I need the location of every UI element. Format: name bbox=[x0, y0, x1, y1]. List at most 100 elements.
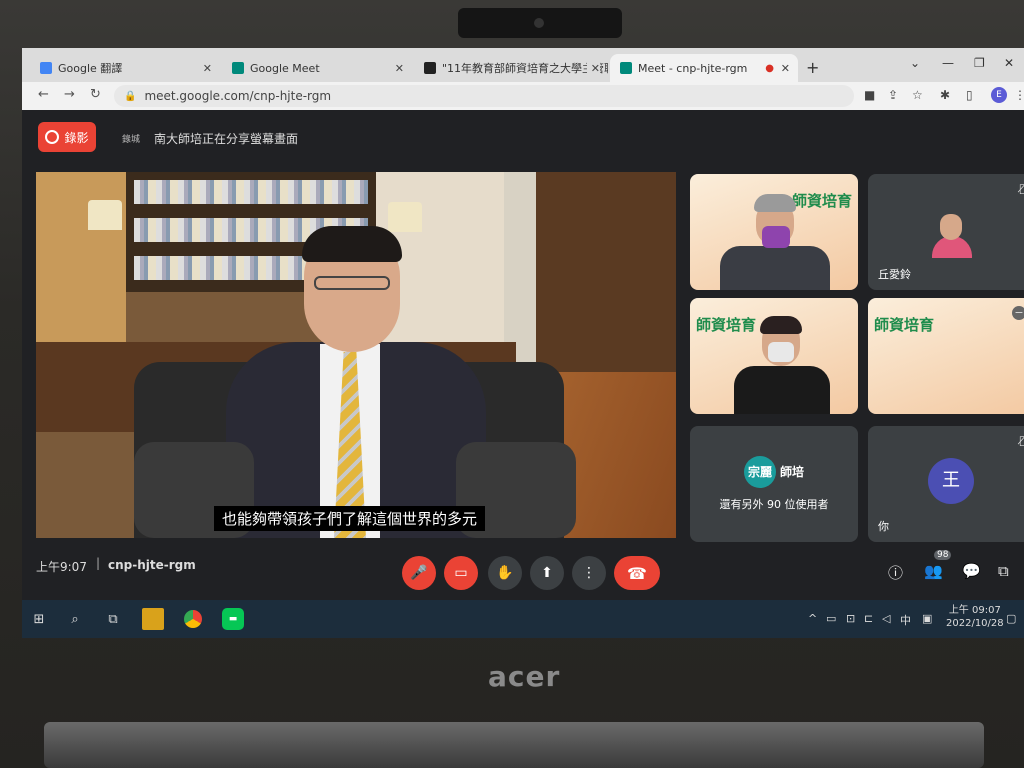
meet-header: 錄影 錄城 南大師培正在分享螢幕畫面 bbox=[22, 110, 1024, 160]
browser-toolbar: ← → ↻ 🔒 meet.google.com/cnp-hjte-rgm ■ ⇪… bbox=[22, 82, 1024, 110]
participant-hair bbox=[760, 316, 802, 334]
meet-icon bbox=[232, 62, 244, 74]
self-tile[interactable]: 🎙̸ 王 你 bbox=[868, 426, 1024, 542]
divider: | bbox=[96, 556, 101, 570]
menu-kebab-icon[interactable]: ⋮ bbox=[1014, 88, 1024, 102]
share-icon[interactable]: ⇪ bbox=[888, 88, 898, 102]
mic-toggle-button[interactable]: 🎤 bbox=[402, 556, 436, 590]
profile-avatar[interactable]: E bbox=[991, 87, 1007, 103]
volume-icon[interactable]: ◁ bbox=[882, 612, 890, 625]
windows-taskbar: ⊞ ⌕ ⧉ ▬ ^ ▭ ⊡ ⊏ ◁ 中 ▣ 上午 09:07 2022/10/2… bbox=[22, 600, 1024, 638]
participant-name: 丘愛鈴 bbox=[878, 268, 911, 281]
tab-bar: Google 翻譯 ✕ Google Meet ✕ "11年教育部師資培育之大學… bbox=[22, 48, 1024, 82]
face-mask bbox=[768, 342, 794, 362]
battery-icon: ▭ bbox=[826, 612, 837, 625]
tab-google-meet[interactable]: Google Meet ✕ bbox=[222, 54, 412, 82]
close-icon[interactable]: ✕ bbox=[781, 62, 790, 75]
ime-indicator[interactable]: 中 bbox=[900, 612, 911, 628]
others-tile[interactable]: 宗麗 師培 還有另外 90 位使用者 bbox=[690, 426, 858, 542]
others-count: 還有另外 90 位使用者 bbox=[719, 498, 829, 511]
avatar-chip: 師培 bbox=[776, 456, 809, 488]
tab-label: "11年教育部師資培育之大學主管聯席 bbox=[442, 62, 608, 75]
participant-tile[interactable]: 師資培育 bbox=[690, 298, 858, 414]
tray-chevron-up-icon[interactable]: ^ bbox=[808, 612, 817, 625]
raise-hand-button[interactable]: ✋ bbox=[488, 556, 522, 590]
system-clock[interactable]: 上午 09:07 2022/10/28 bbox=[946, 604, 1004, 630]
participant-body bbox=[734, 366, 830, 414]
participant-body bbox=[720, 246, 830, 290]
windows-start-icon[interactable]: ⊞ bbox=[28, 608, 50, 630]
url-text: meet.google.com/cnp-hjte-rgm bbox=[144, 89, 332, 103]
chat-icon[interactable]: 💬 bbox=[962, 562, 981, 580]
self-avatar: 王 bbox=[928, 458, 974, 504]
tab-google-translate[interactable]: Google 翻譯 ✕ bbox=[30, 54, 220, 82]
address-bar[interactable]: 🔒 meet.google.com/cnp-hjte-rgm bbox=[114, 85, 854, 107]
wifi-icon[interactable]: ⊏ bbox=[864, 612, 873, 625]
participant-tile[interactable]: 🎙̸ 丘愛鈴 bbox=[868, 174, 1024, 290]
shelf-row bbox=[134, 180, 368, 204]
meet-icon bbox=[620, 62, 632, 74]
webcam-lens bbox=[534, 18, 544, 28]
reload-icon[interactable]: ↻ bbox=[90, 87, 101, 102]
forward-icon[interactable]: → bbox=[64, 87, 75, 102]
camera-toggle-button[interactable]: ▭ bbox=[444, 556, 478, 590]
search-icon[interactable]: ⌕ bbox=[64, 608, 86, 630]
close-icon[interactable]: ✕ bbox=[586, 61, 600, 75]
poster-text: 師資培育 bbox=[874, 316, 935, 334]
chrome-icon[interactable] bbox=[182, 608, 204, 630]
mic-off-icon: 🎤 bbox=[410, 565, 428, 581]
main-video[interactable]: 也能夠帶領孩子們了解這個世界的多元 bbox=[36, 172, 676, 538]
new-tab-icon[interactable]: + bbox=[806, 58, 819, 77]
minimize-icon[interactable]: — bbox=[942, 56, 954, 70]
poster-text: 師資培育 bbox=[791, 192, 852, 210]
site-icon bbox=[424, 62, 436, 74]
camera-icon[interactable]: ■ bbox=[864, 88, 875, 102]
activities-icon[interactable]: ⧉ bbox=[998, 562, 1009, 580]
more-options-button[interactable]: ⋮ bbox=[572, 556, 606, 590]
presenter-glasses bbox=[314, 276, 390, 290]
mic-off-icon: 🎙̸ bbox=[1019, 434, 1024, 447]
laptop-hinge bbox=[44, 722, 984, 768]
presenter-hair bbox=[302, 226, 402, 262]
record-button[interactable]: 錄影 bbox=[38, 122, 96, 152]
participant-hair bbox=[754, 194, 796, 212]
extensions-icon[interactable]: ✱ bbox=[940, 88, 950, 102]
lock-icon: 🔒 bbox=[124, 90, 137, 102]
network-icon[interactable]: ⊡ bbox=[846, 612, 855, 625]
participant-tile[interactable]: 師資培育 − bbox=[868, 298, 1024, 414]
more-options-icon[interactable]: − bbox=[1012, 306, 1024, 320]
system-date: 2022/10/28 bbox=[946, 618, 1004, 629]
others-avatars: 宗麗 師培 bbox=[744, 456, 809, 488]
wall bbox=[36, 172, 126, 352]
back-icon[interactable]: ← bbox=[38, 87, 49, 102]
restore-icon[interactable]: ❐ bbox=[974, 56, 985, 70]
webcam bbox=[458, 8, 622, 38]
participant-tile[interactable]: 師資培育 bbox=[690, 174, 858, 290]
leave-call-button[interactable]: ☎ bbox=[614, 556, 660, 590]
meeting-code: cnp-hjte-rgm bbox=[108, 558, 196, 572]
present-button[interactable]: ⬆ bbox=[530, 556, 564, 590]
tab-meet-active[interactable]: Meet - cnp-hjte-rgm ● ✕ bbox=[610, 54, 798, 82]
file-explorer-icon[interactable] bbox=[142, 608, 164, 630]
notification-icon[interactable]: ▢ bbox=[1006, 612, 1016, 625]
tab-conference[interactable]: "11年教育部師資培育之大學主管聯席 ✕ bbox=[414, 54, 608, 82]
line-app-icon[interactable]: ▬ bbox=[222, 608, 244, 630]
people-icon[interactable]: 👥 bbox=[924, 562, 943, 580]
side-panel-icon[interactable]: ▯ bbox=[966, 88, 973, 102]
bookmark-star-icon[interactable]: ☆ bbox=[912, 88, 923, 102]
avatar-chip: 宗麗 bbox=[744, 456, 776, 488]
close-icon[interactable]: ✕ bbox=[203, 62, 212, 75]
chevron-down-icon[interactable]: ⌄ bbox=[910, 56, 920, 70]
lamp bbox=[88, 200, 122, 230]
hangup-icon: ☎ bbox=[627, 563, 647, 583]
close-icon[interactable]: ✕ bbox=[395, 62, 404, 75]
info-icon[interactable]: ⓘ bbox=[888, 562, 903, 583]
ime-mode-icon[interactable]: ▣ bbox=[922, 612, 932, 625]
presenting-banner: 南大師培正在分享螢幕畫面 bbox=[154, 132, 299, 146]
caption-text: 也能夠帶領孩子們了解這個世界的多元 bbox=[214, 506, 486, 531]
close-window-icon[interactable]: ✕ bbox=[1004, 56, 1014, 70]
face-mask bbox=[762, 226, 790, 248]
task-view-icon[interactable]: ⧉ bbox=[102, 608, 124, 630]
hand-icon: ✋ bbox=[496, 565, 514, 581]
screen: Google 翻譯 ✕ Google Meet ✕ "11年教育部師資培育之大學… bbox=[22, 48, 1024, 638]
